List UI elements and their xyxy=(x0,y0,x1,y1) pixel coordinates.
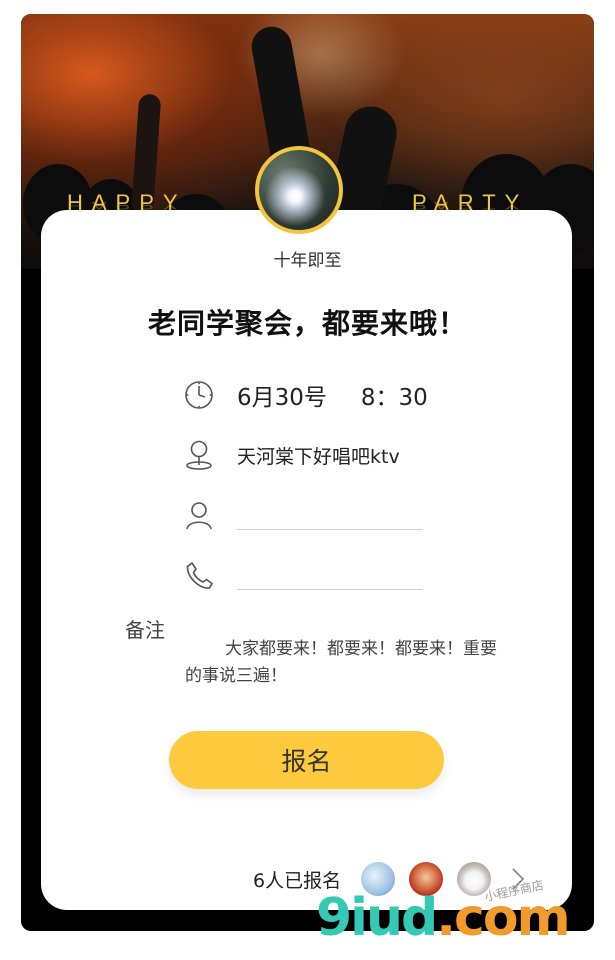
clock-icon xyxy=(185,381,213,409)
name-field[interactable] xyxy=(237,502,423,530)
host-avatar[interactable] xyxy=(255,146,343,234)
site-watermark: 9iud.com xyxy=(316,888,571,948)
phone-input-row xyxy=(183,560,423,592)
event-place-row: 天河棠下好唱吧ktv xyxy=(183,439,400,471)
phone-icon xyxy=(186,562,213,589)
phone-field[interactable] xyxy=(237,562,423,590)
location-pin-icon xyxy=(186,440,212,470)
host-name: 十年即至 xyxy=(273,251,342,271)
phone-screen: HAPPY PARTY HAPPY PARTY 十年即至 老同学聚会，都要来哦！… xyxy=(21,14,594,931)
name-input-row xyxy=(183,500,423,532)
event-title: 老同学聚会，都要来哦！ xyxy=(147,307,467,340)
host-avatar-image xyxy=(259,150,339,230)
event-place: 天河棠下好唱吧ktv xyxy=(237,445,400,468)
event-time-row: 6月30号 8：30 xyxy=(183,378,428,412)
person-icon xyxy=(186,502,212,530)
remark-text: 大家都要来！都要来！都要来！重要的事说三遍！ xyxy=(185,639,497,686)
watermark-brand: 9iud xyxy=(316,888,438,948)
event-date: 6月30号 xyxy=(237,385,327,411)
event-time: 8：30 xyxy=(360,385,428,411)
remark-label: 备注 xyxy=(125,618,165,642)
signup-button[interactable]: 报名 xyxy=(169,731,444,789)
